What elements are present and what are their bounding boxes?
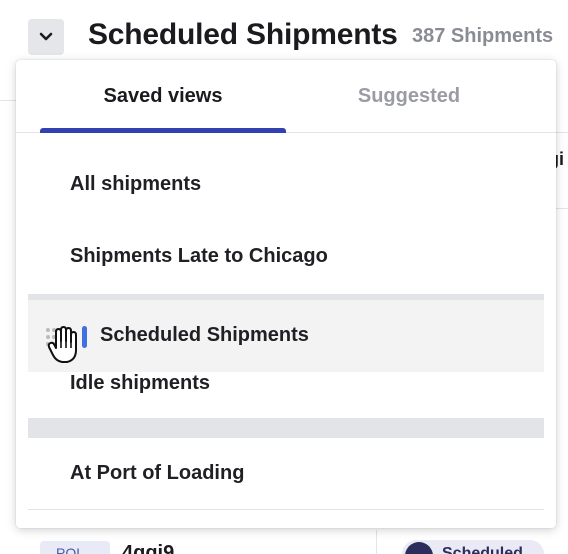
view-item-idle-shipments[interactable]: Idle shipments [28,372,544,408]
view-item-label: Shipments Late to Chicago [70,245,328,267]
drag-handle-icon[interactable] [46,328,58,346]
view-item-label: Scheduled Shipments [100,324,309,346]
status-badge-label: Scheduled [442,545,523,554]
view-item-all-shipments[interactable]: All shipments [28,165,544,201]
chevron-down-icon [39,32,53,41]
active-tab-indicator [40,128,286,133]
table-column-divider [376,530,377,554]
view-item-label: Idle shipments [70,372,211,394]
view-item-label: At Port of Loading [70,462,245,484]
table-divider [556,208,568,209]
port-tag: POL [40,541,110,554]
list-divider [28,509,544,510]
shipment-count: 387 Shipments [412,25,554,47]
drop-zone-divider [28,418,544,438]
tab-saved-views[interactable]: Saved views [40,60,286,133]
selected-indicator [82,326,87,348]
view-item-label: All shipments [70,173,202,195]
view-item-late-to-chicago[interactable]: Shipments Late to Chicago [28,237,544,273]
status-badge: Scheduled [402,540,544,554]
page-title: Scheduled Shipments [88,18,398,51]
table-divider [556,132,568,133]
shipment-id[interactable]: 4ggj9 [122,542,174,554]
view-item-port-of-loading[interactable]: At Port of Loading [28,458,544,494]
tab-suggested[interactable]: Suggested [286,60,532,133]
view-item-scheduled-shipments[interactable]: Scheduled Shipments [28,300,544,372]
table-divider [0,100,16,101]
calendar-icon [405,542,433,554]
page: Scheduled Shipments 387 Shipments gi POL… [0,0,568,554]
saved-views-popover: Saved views Suggested All shipments Ship… [16,60,556,528]
views-dropdown-toggle[interactable] [28,19,64,55]
views-tabs: Saved views Suggested [16,60,556,133]
